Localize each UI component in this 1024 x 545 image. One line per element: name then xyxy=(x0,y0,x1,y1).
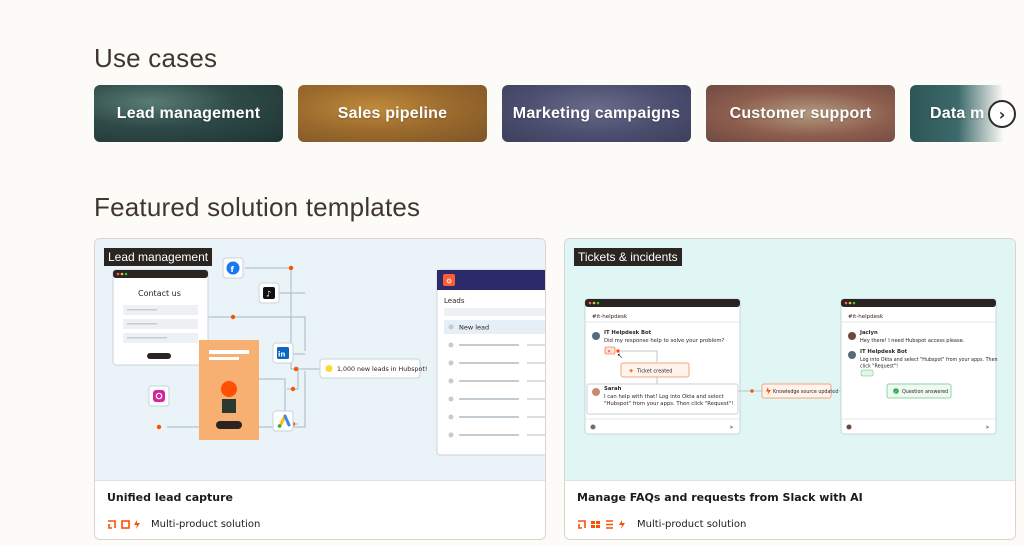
use-case-customer-support[interactable]: Customer support xyxy=(706,85,895,142)
bot2-name: IT Helpdesk Bot xyxy=(860,349,908,355)
user2-message: Hey there! I need Hubspot access please. xyxy=(860,338,965,344)
template-card-unified-lead-capture[interactable]: Contact us f ♪ in 1,000 new leads in Hub… xyxy=(94,238,546,540)
svg-text:➤: ➤ xyxy=(729,424,734,431)
product-icons-svg xyxy=(578,520,625,529)
zap-icon xyxy=(619,520,625,529)
svg-text:✓: ✓ xyxy=(894,389,897,394)
use-case-lead-management[interactable]: Lead management xyxy=(94,85,283,142)
template-title: Manage FAQs and requests from Slack with… xyxy=(577,491,863,504)
crm-leads-window: ⚙ Leads New lead xyxy=(436,269,545,456)
chatbots-icon xyxy=(591,521,600,528)
new-leads-notification: 1,000 new leads in Hubspot! xyxy=(319,358,427,379)
svg-text:in: in xyxy=(278,351,285,359)
knowledge-source-box: Knowledge source updated xyxy=(761,383,838,399)
use-case-sales-pipeline[interactable]: Sales pipeline xyxy=(298,85,487,142)
tiktok-icon: ♪ xyxy=(258,282,280,304)
template-illustration: Contact us f ♪ in 1,000 new leads in Hub… xyxy=(95,239,545,480)
user-message-line2: "Hubspot" from your apps. Then click "Re… xyxy=(604,401,733,407)
instagram-icon xyxy=(148,385,170,407)
knowledge-label: Knowledge source updated xyxy=(773,389,838,395)
template-card-slack-faq-ai[interactable]: #it-helpdesk IT Helpdesk Bot Did my resp… xyxy=(564,238,1016,540)
page: Use cases Lead management Sales pipeline… xyxy=(0,0,1024,545)
product-icons-svg xyxy=(108,520,140,529)
product-icons xyxy=(577,519,633,530)
svg-text:✚: ✚ xyxy=(629,369,633,375)
svg-text:✕: ✕ xyxy=(607,349,611,355)
use-case-marketing-campaigns[interactable]: Marketing campaigns xyxy=(502,85,691,142)
use-cases-carousel: Lead management Sales pipeline Marketing… xyxy=(94,85,1024,143)
template-title: Unified lead capture xyxy=(107,491,234,504)
use-case-label: Lead management xyxy=(116,104,261,122)
chevron-right-icon: › xyxy=(998,104,1006,124)
user2-name: Jaclyn xyxy=(859,330,878,336)
carousel-next-button[interactable]: › xyxy=(988,100,1016,128)
google-ads-icon xyxy=(272,410,294,432)
zap-icon xyxy=(134,520,140,529)
use-case-label: Customer support xyxy=(729,104,872,122)
product-icons xyxy=(107,519,147,530)
use-case-label: Sales pipeline xyxy=(337,104,448,122)
crm-header: Leads xyxy=(444,297,465,305)
contact-form-title: Contact us xyxy=(138,289,181,298)
right-channel-name: #it-helpdesk xyxy=(848,314,884,320)
bot-name: IT Helpdesk Bot xyxy=(604,330,652,336)
channel-name: #it-helpdesk xyxy=(592,314,628,320)
user-name: Sarah xyxy=(604,386,622,392)
bot-question: Did my response help to solve your probl… xyxy=(604,338,725,344)
svg-text:➤: ➤ xyxy=(985,424,990,431)
user-message-line1: I can help with that! Log into Okta and … xyxy=(604,394,724,400)
ai-icon xyxy=(606,520,613,529)
bot2-message-line1: Log into Okta and select "Hubspot" from … xyxy=(860,357,998,363)
template-subtitle: Multi-product solution xyxy=(151,519,261,530)
crm-first-row: New lead xyxy=(459,324,489,332)
svg-text:f: f xyxy=(231,265,235,274)
notification-text: 1,000 new leads in Hubspot! xyxy=(337,366,427,373)
bot2-avatar xyxy=(848,351,856,359)
svg-text:♪: ♪ xyxy=(266,290,271,299)
template-category-badge: Lead management xyxy=(104,248,213,266)
template-category-badge: Tickets & incidents xyxy=(574,248,682,266)
template-card-footer: Unified lead capture Multi-product solut… xyxy=(95,480,545,539)
facebook-icon: f xyxy=(222,257,244,279)
svg-text:⚙: ⚙ xyxy=(446,278,452,286)
bot2-message-line2: click "Request"! xyxy=(860,364,898,370)
cursor-icon: ↖ xyxy=(617,352,623,360)
question-answered-label: Question answered xyxy=(902,389,948,395)
template-subtitle: Multi-product solution xyxy=(637,519,747,530)
lead-flow-diagram: Contact us f ♪ in 1,000 new leads in Hub… xyxy=(112,257,545,456)
use-cases-heading: Use cases xyxy=(94,43,218,73)
template-card-footer: Manage FAQs and requests from Slack with… xyxy=(565,480,1015,539)
linkedin-icon: in xyxy=(272,342,294,364)
template-illustration: #it-helpdesk IT Helpdesk Bot Did my resp… xyxy=(565,239,1015,480)
ticket-created-label: Ticket created xyxy=(636,369,672,375)
tables-icon xyxy=(121,520,130,529)
user2-avatar xyxy=(848,332,856,340)
bot-avatar xyxy=(592,332,600,340)
slack-window-right: #it-helpdesk Jaclyn Hey there! I need Hu… xyxy=(840,298,998,435)
slack-window-left: #it-helpdesk IT Helpdesk Bot Did my resp… xyxy=(584,298,741,435)
featured-templates-heading: Featured solution templates xyxy=(94,192,421,222)
use-case-label: Marketing campaigns xyxy=(512,104,681,122)
user-avatar xyxy=(592,388,600,396)
use-case-label: Data m xyxy=(930,104,985,122)
orange-poster xyxy=(199,340,259,440)
contact-form-window: Contact us xyxy=(112,269,209,366)
helpdesk-flow-diagram: #it-helpdesk IT Helpdesk Bot Did my resp… xyxy=(584,298,998,435)
